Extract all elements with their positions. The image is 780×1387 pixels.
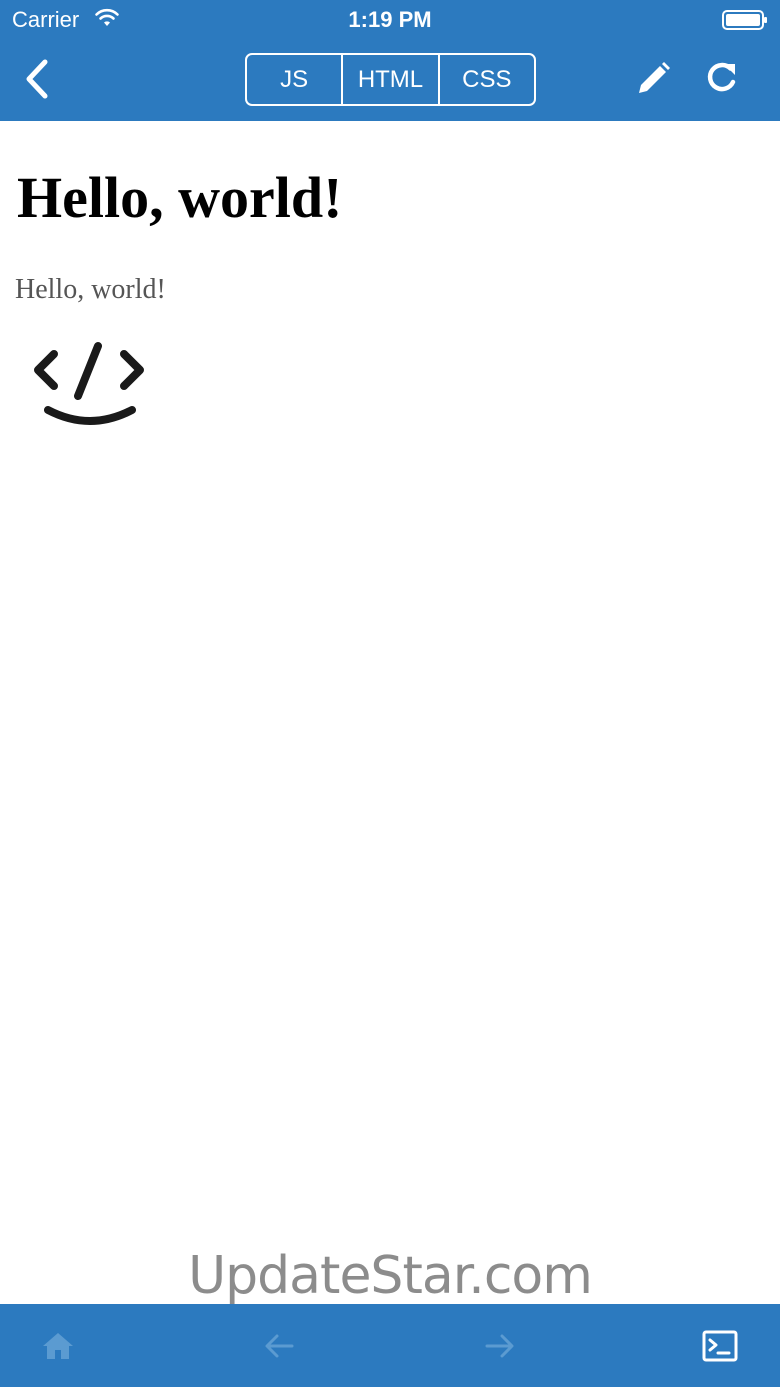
arrow-right-icon [485,1334,514,1358]
preview-area: Hello, world! Hello, world! UpdateStar.c… [0,121,780,1306]
preview-paragraph: Hello, world! [15,274,166,305]
edit-button[interactable] [634,60,672,98]
tab-js[interactable]: JS [247,55,344,104]
battery-icon [722,9,768,36]
tab-css[interactable]: CSS [440,55,534,104]
code-view-tabs: JS HTML CSS [245,53,536,106]
arrow-left-icon [265,1334,294,1358]
code-smile-logo-icon [32,340,150,430]
home-button[interactable] [38,1326,78,1366]
refresh-button[interactable] [704,60,740,96]
tab-html[interactable]: HTML [343,55,440,104]
bottom-toolbar [0,1304,780,1387]
status-bar: Carrier 1:19 PM [0,0,780,40]
navigate-forward-button[interactable] [480,1326,520,1366]
status-time: 1:19 PM [348,7,432,32]
pencil-icon [639,62,670,93]
navigate-back-button[interactable] [259,1326,299,1366]
top-navigation-bar: Carrier 1:19 PM JS HTML CSS [0,0,780,121]
terminal-icon [702,1330,738,1362]
watermark: UpdateStar.com [188,1246,593,1306]
preview-heading: Hello, world! [17,165,343,230]
home-icon [43,1333,73,1359]
chevron-left-icon [26,59,48,99]
refresh-icon [707,62,736,92]
back-button[interactable] [20,58,60,102]
console-button[interactable] [700,1326,740,1366]
